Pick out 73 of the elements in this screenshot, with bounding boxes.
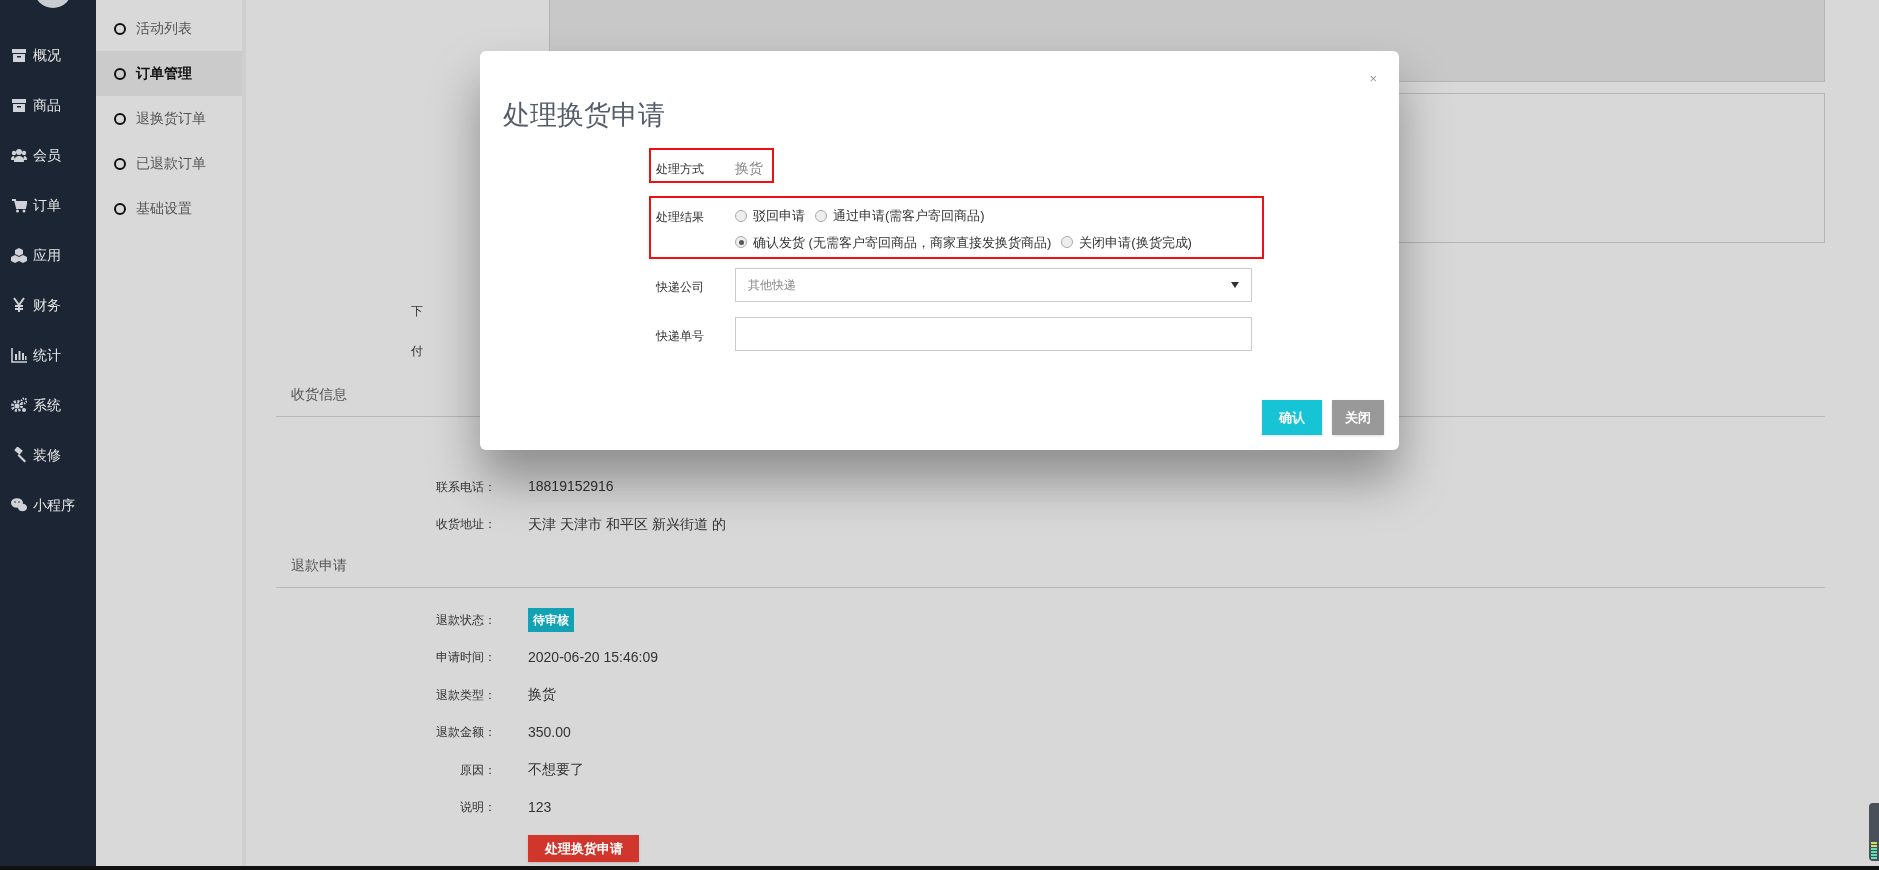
bar-chart-icon [11,347,27,363]
field-label: 联系电话： [436,478,496,496]
field-value: 天津 天津市 和平区 新兴街道 的 [528,514,726,534]
sidebar-item[interactable]: 应用 [0,230,96,280]
field-label: 退款状态： [436,611,496,629]
field-label: 快递公司 [656,280,704,294]
radio-option[interactable]: 确认发货 (无需客户寄回商品，商家直接发换货商品) [735,232,1052,252]
sidebar-label: 订单 [33,195,61,215]
dialog-title: 处理换货申请 [503,99,665,132]
sidebar-label: 概况 [33,45,61,65]
gears-icon [11,397,27,413]
users-icon [11,147,27,163]
radio-option[interactable]: 关闭申请(换货完成) [1061,232,1192,252]
sidebar-label: 应用 [33,245,61,265]
field-label: 收货地址： [436,516,496,534]
field-label: 退款类型： [436,686,496,704]
subnav-item[interactable]: 活动列表 [96,6,242,51]
radio-option[interactable]: 通过申请(需客户寄回商品) [815,206,985,226]
field-label: 快递单号 [656,329,704,343]
cart-icon [11,197,27,213]
sidebar-item[interactable]: 统计 [0,330,96,380]
input-field[interactable] [735,317,1252,351]
subnav-item[interactable]: 订单管理 [96,51,242,96]
field-value: 18819152916 [528,477,614,497]
field-label: 处理结果 [656,210,704,224]
field-value: 换货 [528,685,556,705]
sidebar-label: 统计 [33,345,61,365]
subnav-item[interactable]: 已退款订单 [96,141,242,186]
sidebar-label: 小程序 [33,495,75,515]
field-value: 350.00 [528,722,571,742]
status-badge: 待审核 [528,607,574,632]
subnav-item[interactable]: 退换货订单 [96,96,242,141]
field-label: 申请时间： [436,649,496,667]
caret-icon [1231,282,1239,288]
field-label: 处理方式 [656,162,704,176]
sidebar-item[interactable]: 会员 [0,130,96,180]
field-value: 2020-06-20 15:46:09 [528,647,658,667]
sidebar-item[interactable]: 小程序 [0,480,96,530]
radio-button[interactable] [735,209,747,222]
subnav-item[interactable]: 基础设置 [96,186,242,231]
section-title: 收货信息 [291,386,347,402]
radio-button[interactable] [735,236,747,249]
volume-meter-icon [1869,803,1879,861]
field-value: 不想要了 [528,760,584,780]
select-field[interactable]: 其他快递 [735,268,1252,302]
sidebar-label: 商品 [33,95,61,115]
archive-icon [11,47,27,63]
radio-button[interactable] [1061,236,1074,249]
sidebar-label: 会员 [33,145,61,165]
sidebar-item[interactable]: 概况 [0,30,96,80]
section-title: 退款申请 [291,557,347,573]
radio-button[interactable] [815,209,827,222]
field-value: 123 [528,797,552,817]
sidebar-item[interactable]: 财务 [0,280,96,330]
cubes-icon [11,247,27,263]
sidebar-label: 财务 [33,295,61,315]
sidebar-item[interactable]: 商品 [0,80,96,130]
field-label: 下 [411,303,423,320]
sidebar-item[interactable]: 订单 [0,180,96,230]
yen-icon [11,297,27,313]
chat-bubbles-icon [11,497,27,513]
archive-icon [11,97,27,113]
field-label: 付 [411,343,423,360]
field-label: 退款金额： [436,724,496,742]
sidebar-item[interactable]: 装修 [0,430,96,480]
field-value: 换货 [735,159,764,178]
sidebar-label: 装修 [33,445,61,465]
sidebar-label: 系统 [33,395,61,415]
sidebar-item[interactable]: 系统 [0,380,96,430]
action-button[interactable]: 处理换货申请 [528,835,639,862]
field-label: 原因： [460,761,496,779]
radio-option[interactable]: 驳回申请 [735,206,805,226]
field-label: 说明： [460,799,496,817]
